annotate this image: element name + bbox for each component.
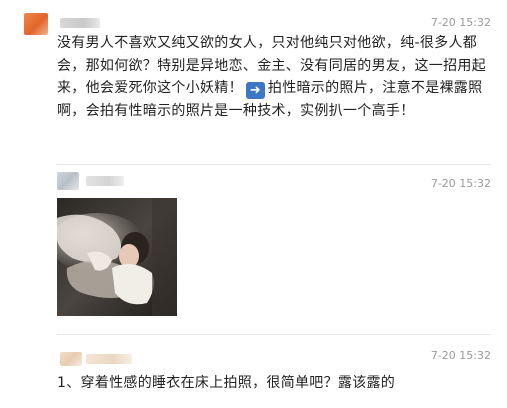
- comment-time: 7-20 15:32: [430, 16, 491, 29]
- comment-photo[interactable]: [57, 198, 177, 316]
- avatar[interactable]: [24, 13, 48, 35]
- comment-text: 没有男人不喜欢又纯又欲的女人，只对他纯只对他欲，纯-很多人都会，那如何欲？特别是…: [57, 32, 491, 122]
- avatar[interactable]: [60, 352, 82, 366]
- photo-image: [57, 198, 177, 316]
- right-arrow-icon: ➜: [245, 82, 265, 99]
- avatar[interactable]: [57, 172, 79, 190]
- username-blurred[interactable]: [86, 176, 124, 186]
- comment-1: 7-20 15:32 没有男人不喜欢又纯又欲的女人，只对他纯只对他欲，纯-很多人…: [0, 0, 507, 160]
- username-blurred[interactable]: [86, 354, 132, 364]
- comment-text: 1、穿着性感的睡衣在床上拍照，很简单吧？露该露的: [57, 375, 396, 391]
- comment-3: 7-20 15:32 1、穿着性感的睡衣在床上拍照，很简单吧？露该露的: [0, 335, 507, 408]
- comment-time: 7-20 15:32: [430, 177, 491, 190]
- username-blurred[interactable]: [60, 18, 100, 28]
- comment-time: 7-20 15:32: [430, 349, 491, 362]
